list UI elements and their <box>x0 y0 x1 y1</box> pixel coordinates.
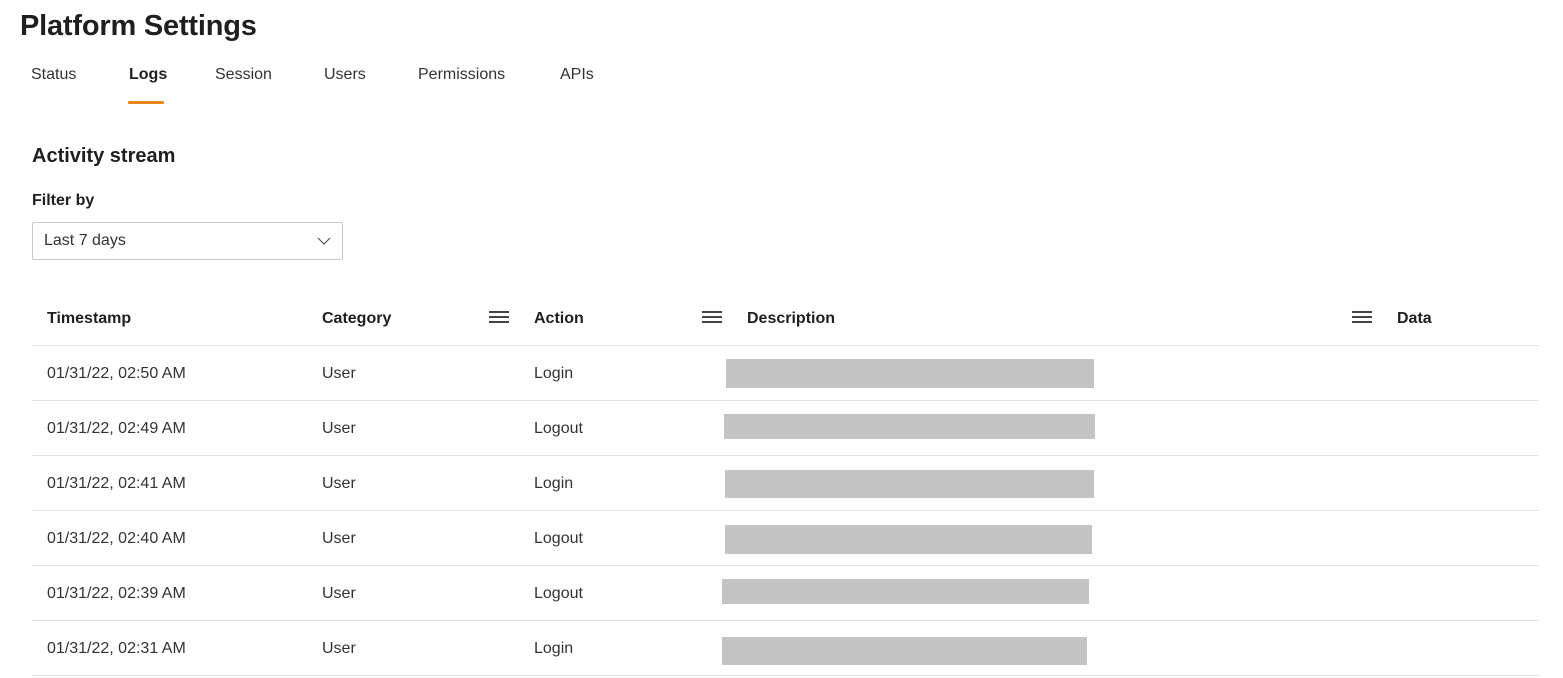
category-cell: User <box>322 475 356 492</box>
timestamp-cell: 01/31/22, 02:50 AM <box>47 365 186 382</box>
column-header-action[interactable]: Action <box>534 291 584 346</box>
tab-users[interactable]: Users <box>324 66 366 94</box>
column-header-timestamp[interactable]: Timestamp <box>47 291 131 346</box>
description-column-menu-icon[interactable] <box>1352 311 1372 325</box>
action-cell: Logout <box>534 420 583 437</box>
chevron-down-icon <box>317 237 331 245</box>
tab-apis[interactable]: APIs <box>560 66 594 94</box>
column-header-description[interactable]: Description <box>747 291 835 346</box>
tab-status[interactable]: Status <box>31 66 76 94</box>
timestamp-cell: 01/31/22, 02:40 AM <box>47 530 186 547</box>
timestamp-cell: 01/31/22, 02:49 AM <box>47 420 186 437</box>
filter-label: Filter by <box>32 192 95 209</box>
table-row: 01/31/22, 02:31 AM User Login <box>32 621 1539 676</box>
filter-selected-value: Last 7 days <box>44 232 126 249</box>
action-cell: Login <box>534 365 574 382</box>
action-cell: Login <box>534 640 574 657</box>
action-cell: Logout <box>534 585 583 602</box>
action-cell: Login <box>534 475 574 492</box>
category-cell: User <box>322 530 356 547</box>
table-row: 01/31/22, 02:50 AM User Login <box>32 346 1539 401</box>
table-row: 01/31/22, 02:40 AM User Logout <box>32 511 1539 566</box>
column-header-data[interactable]: Data <box>1397 291 1432 346</box>
settings-tabs: Status Logs Session Users Permissions AP… <box>0 60 700 106</box>
category-cell: User <box>322 585 356 602</box>
tab-session[interactable]: Session <box>215 66 272 94</box>
timestamp-cell: 01/31/22, 02:31 AM <box>47 640 186 657</box>
action-column-menu-icon[interactable] <box>702 311 722 325</box>
activity-stream-title: Activity stream <box>32 145 176 167</box>
category-cell: User <box>322 640 356 657</box>
timestamp-cell: 01/31/22, 02:39 AM <box>47 585 186 602</box>
redacted-description <box>722 579 1089 604</box>
filter-dropdown[interactable]: Last 7 days <box>32 222 343 260</box>
table-row: 01/31/22, 02:49 AM User Logout <box>32 401 1539 456</box>
action-cell: Logout <box>534 530 583 547</box>
redacted-description <box>726 359 1094 388</box>
timestamp-cell: 01/31/22, 02:41 AM <box>47 475 186 492</box>
table-header-row: Timestamp Category Action Description Da… <box>32 291 1539 346</box>
active-tab-indicator <box>128 101 164 104</box>
activity-table: Timestamp Category Action Description Da… <box>32 291 1539 676</box>
redacted-description <box>722 637 1087 665</box>
redacted-description <box>725 525 1092 554</box>
category-cell: User <box>322 365 356 382</box>
tab-logs[interactable]: Logs <box>129 66 167 94</box>
table-row: 01/31/22, 02:41 AM User Login <box>32 456 1539 511</box>
column-header-category[interactable]: Category <box>322 291 391 346</box>
table-row: 01/31/22, 02:39 AM User Logout <box>32 566 1539 621</box>
page-title: Platform Settings <box>20 10 257 42</box>
category-cell: User <box>322 420 356 437</box>
tab-permissions[interactable]: Permissions <box>418 66 505 94</box>
redacted-description <box>725 470 1094 498</box>
redacted-description <box>724 414 1095 439</box>
category-column-menu-icon[interactable] <box>489 311 509 325</box>
